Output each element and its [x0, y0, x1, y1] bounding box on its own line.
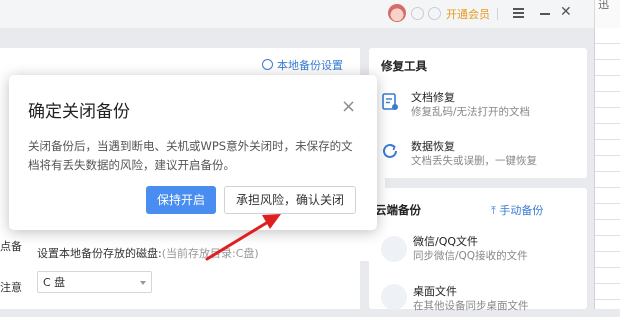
close-backup-dialog: 确定关闭备份 × 关闭备份后，当遇到断电、关机或WPS意外关闭时，未保存的文档将…: [9, 75, 377, 230]
spreadsheet-grid: [594, 28, 620, 309]
desktop-files-title: 桌面文件: [413, 285, 457, 298]
confirm-close-button[interactable]: 承担风险，确认关闭: [224, 186, 356, 214]
open-vip-link[interactable]: 开通会员: [446, 6, 490, 22]
repair-tools-title: 修复工具: [381, 59, 427, 73]
dialog-title: 确定关闭备份: [28, 102, 130, 122]
cloud-backup-title: 云端备份: [375, 203, 421, 217]
gear-icon: [262, 59, 273, 70]
tab-label: 迅: [598, 0, 609, 11]
data-recovery-item[interactable]: 数据恢复 文档丢失或误删，一键恢复: [381, 138, 581, 172]
wechat-qq-title: 微信/QQ文件: [413, 235, 479, 248]
disk-select[interactable]: C 盘: [37, 271, 152, 293]
document-repair-desc: 修复乱码/无法打开的文档: [411, 106, 531, 118]
keep-on-button[interactable]: 保持开启: [146, 186, 216, 214]
repair-tools-card: 修复工具 文档修复 修复乱码/无法打开的文档 数据恢复 文档丢失或误删，一键恢复: [369, 48, 587, 178]
close-icon[interactable]: ×: [341, 98, 356, 116]
disk-hint: (当前存放目录:C盘): [161, 247, 259, 260]
background-window-tab[interactable]: 迅: [594, 0, 620, 28]
data-recovery-title: 数据恢复: [411, 140, 455, 153]
truncated-label: 点备: [0, 240, 22, 253]
document-repair-item[interactable]: 文档修复 修复乱码/无法打开的文档: [381, 89, 581, 123]
cloud-backup-card: 云端备份 ⤒ 手动备份 微信/QQ文件 同步微信/QQ接收的文件 桌面文件 在其…: [369, 188, 587, 312]
divider: [497, 8, 498, 20]
disk-label-text: 设置本地备份存放的磁盘:: [37, 247, 162, 260]
manual-backup-label: 手动备份: [499, 204, 544, 217]
document-repair-icon: [382, 93, 398, 110]
chevron-down-icon: [140, 281, 146, 285]
minimize-icon[interactable]: [540, 13, 550, 15]
dialog-message: 关闭备份后，当遇到断电、关机或WPS意外关闭时，未保存的文档将有丢失数据的风险，…: [28, 139, 353, 172]
desktop-files-desc: 在其他设备同步桌面文件: [413, 300, 529, 312]
menu-icon[interactable]: [513, 8, 524, 18]
wechat-qq-icon: [381, 236, 407, 262]
document-repair-title: 文档修复: [411, 91, 455, 104]
local-backup-settings-label: 本地备份设置: [277, 59, 343, 72]
local-backup-settings-link[interactable]: 本地备份设置: [262, 57, 343, 73]
data-recovery-icon: [383, 143, 397, 158]
disk-select-value: C 盘: [43, 276, 66, 289]
badge-icon[interactable]: [411, 7, 424, 20]
desktop-icon: [381, 284, 407, 310]
data-recovery-desc: 文档丢失或误删，一键恢复: [411, 155, 537, 167]
wechat-qq-desc: 同步微信/QQ接收的文件: [413, 250, 528, 262]
truncated-label: 注意: [0, 281, 22, 294]
upload-icon: ⤒: [491, 204, 496, 217]
wechat-qq-files-item[interactable]: 微信/QQ文件 同步微信/QQ接收的文件: [413, 233, 583, 267]
coin-icon[interactable]: [428, 7, 441, 20]
title-bar: 开通会员 ✕ 迅: [0, 0, 620, 28]
close-window-icon[interactable]: ✕: [560, 4, 572, 20]
desktop-files-item[interactable]: 桌面文件 在其他设备同步桌面文件: [413, 283, 583, 317]
manual-backup-link[interactable]: ⤒ 手动备份: [491, 202, 543, 218]
avatar[interactable]: [388, 4, 406, 22]
disk-setting-label: 设置本地备份存放的磁盘:(当前存放目录:C盘): [37, 245, 259, 261]
